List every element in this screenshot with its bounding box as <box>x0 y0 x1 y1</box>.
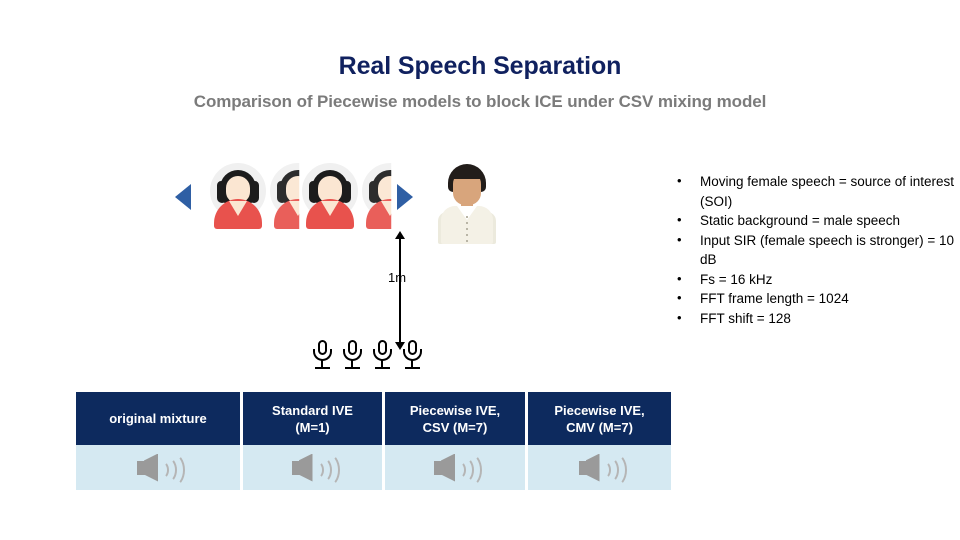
microphone-icon <box>372 340 394 374</box>
audio-player-piecewise-ive-cmv[interactable] <box>528 445 671 490</box>
acoustic-scene-diagram: 1m <box>0 150 680 390</box>
microphone-icon <box>402 340 424 374</box>
distance-label: 1m <box>388 270 407 285</box>
microphone-array <box>312 340 432 376</box>
list-item: Static background = male speech <box>672 210 957 231</box>
list-item: Fs = 16 kHz <box>672 269 957 290</box>
arrow-right-icon <box>397 184 413 210</box>
audio-player-standard-ive[interactable] <box>243 445 385 490</box>
page-title: Real Speech Separation <box>338 52 622 80</box>
distance-arrow-icon <box>395 231 405 350</box>
speaker-icon[interactable] <box>432 452 482 487</box>
speaker-icon[interactable] <box>577 452 627 487</box>
microphone-icon <box>312 340 334 374</box>
speaker-icon[interactable] <box>135 452 185 487</box>
table-header-piecewise-ive-csv: Piecewise IVE, CSV (M=7) <box>385 392 528 445</box>
speaker-icon[interactable] <box>290 452 340 487</box>
page-subtitle: Comparison of Piecewise models to block … <box>193 92 767 111</box>
female-avatar <box>207 163 269 229</box>
audio-comparison-table: original mixture Standard IVE (M=1) Piec… <box>76 392 671 490</box>
list-item: FFT shift = 128 <box>672 308 957 329</box>
table-header-original-mixture: original mixture <box>76 392 243 445</box>
table-header-standard-ive: Standard IVE (M=1) <box>243 392 385 445</box>
table-header-row: original mixture Standard IVE (M=1) Piec… <box>76 392 671 445</box>
setup-bullet-list: Moving female speech = source of interes… <box>672 171 957 329</box>
male-avatar <box>435 164 499 244</box>
table-player-row <box>76 445 671 490</box>
list-item: Moving female speech = source of interes… <box>672 171 957 211</box>
slide-canvas: Real Speech Separation Comparison of Pie… <box>0 0 960 540</box>
audio-player-original-mixture[interactable] <box>76 445 243 490</box>
table-header-piecewise-ive-cmv: Piecewise IVE, CMV (M=7) <box>528 392 671 445</box>
microphone-icon <box>342 340 364 374</box>
audio-player-piecewise-ive-csv[interactable] <box>385 445 528 490</box>
list-item: Input SIR (female speech is stronger) = … <box>672 230 957 270</box>
arrow-left-icon <box>175 184 191 210</box>
female-avatar <box>299 163 361 229</box>
list-item: FFT frame length = 1024 <box>672 288 957 309</box>
